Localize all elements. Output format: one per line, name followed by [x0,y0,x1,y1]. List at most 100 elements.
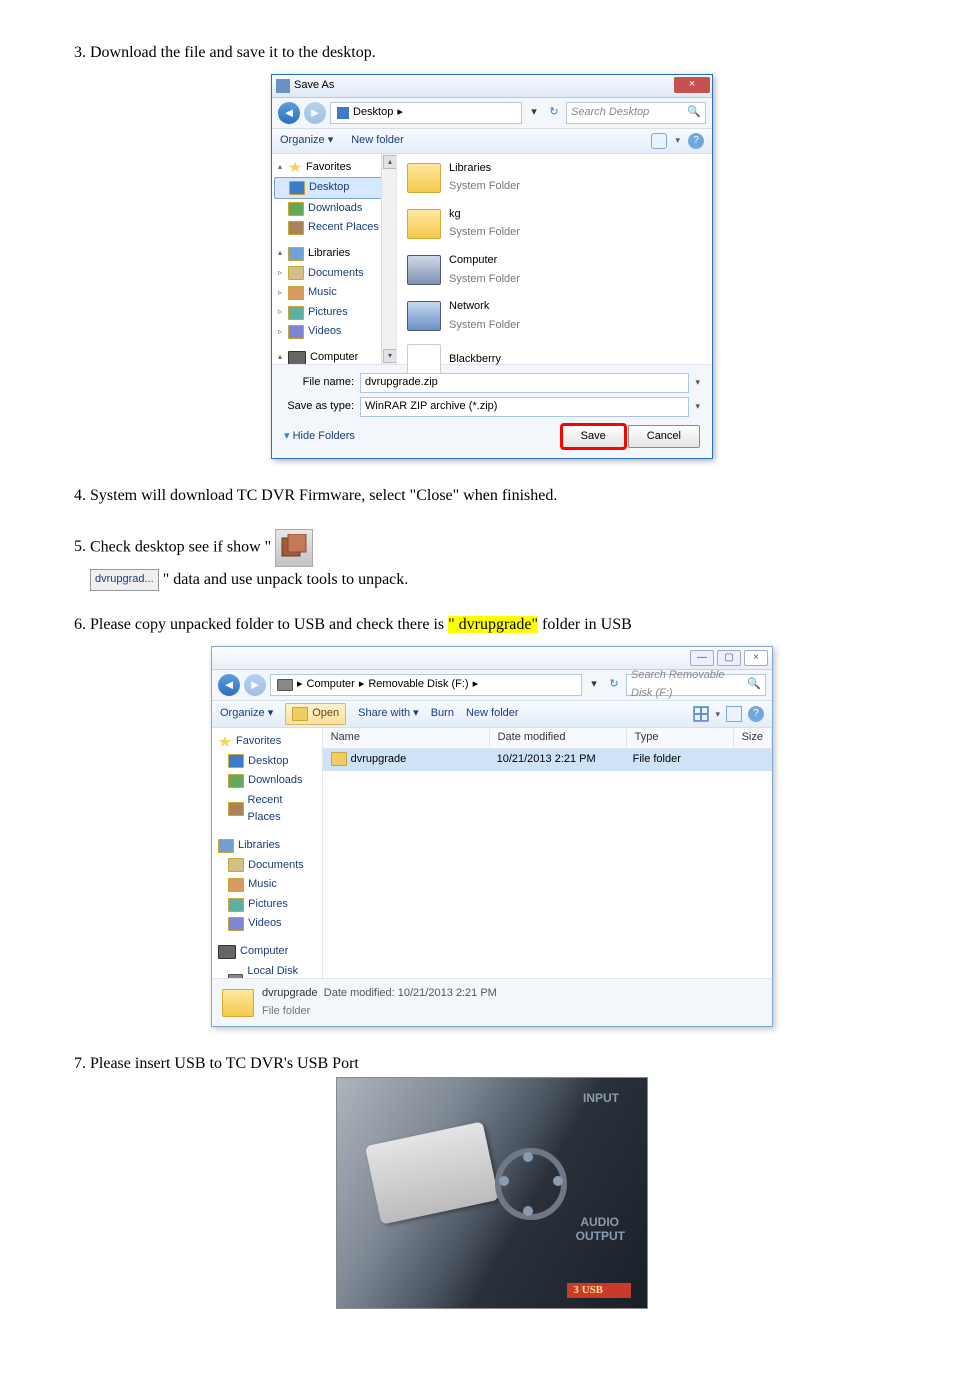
nav-videos[interactable]: ▹Videos [274,322,394,342]
open-button[interactable]: Open [285,703,346,725]
status-sub: File folder [262,1003,497,1021]
nav-libraries[interactable]: ▴Libraries [274,244,394,264]
search-placeholder: Search Removable Disk (F:) [631,667,743,702]
breadcrumb[interactable]: Desktop ▸ [330,102,522,124]
filename-dropdown[interactable]: ▾ [695,375,700,389]
nav-recent-places[interactable]: Recent Places [216,791,318,828]
view-icon[interactable] [651,133,667,149]
file-row-dvrupgrade[interactable]: dvrupgrade 10/21/2013 2:21 PM File folde… [323,749,772,771]
nav-downloads[interactable]: Downloads [274,199,394,219]
nav-pictures[interactable]: ▹Pictures [274,303,394,323]
content-pane: LibrariesSystem Folder kgSystem Folder C… [397,154,712,364]
nav-computer[interactable]: Computer [216,942,318,962]
connector-icon [495,1148,567,1220]
burn-button[interactable]: Burn [431,705,454,723]
search��-icon: 🔍 [747,676,761,694]
breadcrumb[interactable]: ▸ Computer ▸ Removable Disk (F:) ▸ [270,674,582,696]
nav-desktop[interactable]: Desktop [216,752,318,772]
view-dropdown[interactable]: ▾ [715,707,720,721]
nav-local-c[interactable]: Local Disk (C:) [216,962,318,978]
item-libraries[interactable]: LibrariesSystem Folder [407,160,702,196]
new-folder-button[interactable]: New folder [466,705,519,723]
help-icon[interactable]: ? [688,133,704,149]
col-name[interactable]: Name [323,729,490,747]
step-5: Check desktop see if show " dvrupgrad...… [90,529,894,593]
nav-pictures[interactable]: Pictures [216,895,318,915]
save-button[interactable]: Save [562,425,625,449]
step-5-pre: Check desktop see if show " [90,538,275,555]
nav-forward-button[interactable]: ► [244,674,266,696]
nav-favorites[interactable]: ▴Favorites [274,158,394,178]
close-icon[interactable]: × [674,77,710,93]
desktop-file-label: dvrupgrad... [90,569,159,591]
step-3-text: Download the file and save it to the des… [90,44,376,61]
col-type[interactable]: Type [627,729,734,747]
explorer-content-pane: Name Date modified Type Size dvrupgrade … [323,728,772,978]
nav-back-button[interactable]: ◄ [218,674,240,696]
scroll-up-icon[interactable]: ▴ [383,155,397,169]
hide-folders-link[interactable]: Hide Folders [284,428,355,446]
nav-recent-places[interactable]: Recent Places [274,218,394,238]
breadcrumb-removable: Removable Disk (F:) [368,676,468,694]
item-blackberry[interactable]: Blackberry [407,344,702,374]
label-audio: AUDIO [580,1216,619,1228]
share-with-menu[interactable]: Share with ▾ [358,705,419,723]
nav-computer[interactable]: ▴Computer [274,348,394,364]
nav-downloads[interactable]: Downloads [216,771,318,791]
help-icon[interactable]: ? [748,706,764,722]
nav-documents[interactable]: Documents [216,856,318,876]
folder-icon [407,344,441,374]
new-folder-button[interactable]: New folder [351,132,404,150]
cancel-button[interactable]: Cancel [628,425,700,449]
breadcrumb-sep: ▸ [397,104,403,122]
nav-scrollbar[interactable]: ▴ ▾ [381,154,396,364]
explorer-toolbar: Organize ▾ Open Share with ▾ Burn New fo… [212,700,772,728]
refresh-icon[interactable]: ↻ [606,676,622,694]
nav-videos[interactable]: Videos [216,914,318,934]
step-6: Please copy unpacked folder to USB and c… [90,612,894,1027]
nav-documents[interactable]: ▹Documents [274,264,394,284]
search-input[interactable]: Search Desktop 🔍 [566,102,706,124]
savetype-label: Save as type: [284,398,354,416]
item-kg[interactable]: kgSystem Folder [407,206,702,242]
photo-tag: 3 USB [567,1283,631,1298]
explorer-nav-pane: Favorites Desktop Downloads Recent Place… [212,728,323,978]
nav-music[interactable]: Music [216,875,318,895]
minimize-icon[interactable]: — [690,650,714,666]
search-input[interactable]: Search Removable Disk (F:) 🔍 [626,674,766,696]
history-dropdown[interactable]: ▾ [586,676,602,694]
organize-menu[interactable]: Organize ▾ [280,132,333,150]
drive-icon [277,679,293,691]
scroll-down-icon[interactable]: ▾ [383,349,397,363]
refresh-icon[interactable]: ↻ [546,104,562,122]
preview-pane-icon[interactable] [726,706,742,722]
nav-libraries[interactable]: Libraries [216,836,318,856]
nav-music[interactable]: ▹Music [274,283,394,303]
item-computer[interactable]: ComputerSystem Folder [407,252,702,288]
savetype-dropdown[interactable]: ▾ [695,399,700,413]
item-network[interactable]: NetworkSystem Folder [407,298,702,334]
column-headers[interactable]: Name Date modified Type Size [323,728,772,749]
nav-favorites[interactable]: Favorites [216,732,318,752]
dialog-bottom: File name: dvrupgrade.zip ▾ Save as type… [272,364,712,459]
savetype-select[interactable]: WinRAR ZIP archive (*.zip) [360,397,689,417]
col-size[interactable]: Size [734,729,772,747]
history-dropdown[interactable]: ▾ [526,104,542,122]
filename-input[interactable]: dvrupgrade.zip [360,373,689,393]
nav-back-button[interactable]: ◄ [278,102,300,124]
organize-menu[interactable]: Organize ▾ [220,705,273,723]
col-date[interactable]: Date modified [490,729,627,747]
nav-pane: ▴Favorites Desktop Downloads Recent Plac… [272,154,397,364]
step-7: Please insert USB to TC DVR's USB Port I… [90,1051,894,1317]
nav-desktop[interactable]: Desktop [274,177,394,199]
search-placeholder: Search Desktop [571,104,649,122]
folder-icon [331,752,347,766]
explorer-window: — ▢ × ◄ ► ▸ Computer ▸ Removable Disk (F… [211,646,773,1027]
view-icon[interactable] [693,706,709,722]
nav-forward-button[interactable]: ► [304,102,326,124]
folder-icon [407,209,441,239]
maximize-icon[interactable]: ▢ [717,650,741,666]
computer-icon [407,255,441,285]
close-icon[interactable]: × [744,650,768,666]
view-dropdown[interactable]: ▾ [675,133,680,147]
